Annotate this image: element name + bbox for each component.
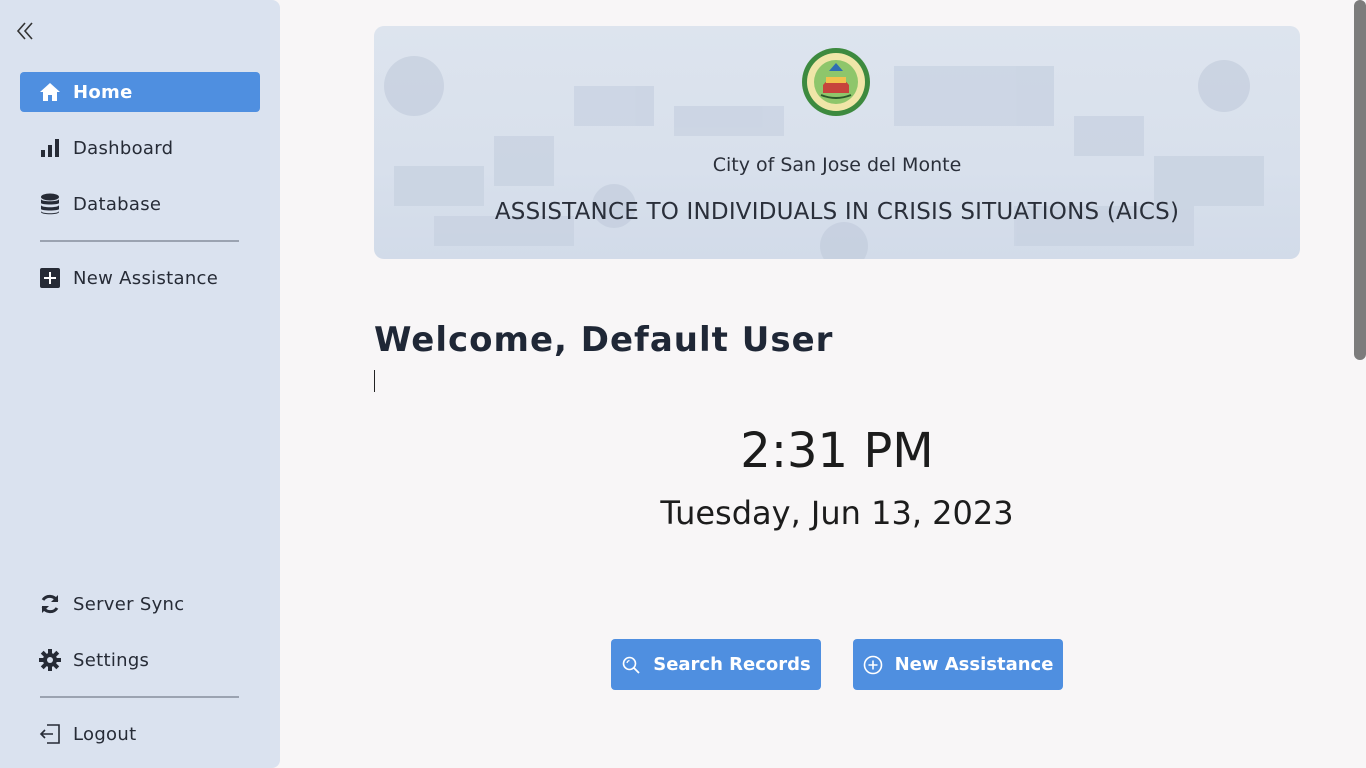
search-records-button[interactable]: Search Records [611, 639, 821, 690]
database-icon [39, 193, 61, 215]
sidebar-item-home[interactable]: Home [20, 72, 260, 112]
sidebar-item-label: Server Sync [73, 593, 185, 615]
search-icon [621, 655, 641, 675]
bar-chart-icon [39, 137, 61, 159]
sidebar-item-new-assistance[interactable]: New Assistance [20, 258, 260, 298]
new-assistance-button[interactable]: New Assistance [853, 639, 1063, 690]
sidebar-item-dashboard[interactable]: Dashboard [20, 128, 260, 168]
sidebar-item-label: Logout [73, 723, 137, 745]
collapse-sidebar-icon[interactable] [14, 19, 38, 43]
sidebar-item-label: Database [73, 193, 162, 215]
search-records-label: Search Records [653, 654, 811, 675]
sidebar-item-settings[interactable]: Settings [20, 640, 260, 680]
sidebar-divider [40, 696, 239, 698]
plus-circle-icon [863, 655, 883, 675]
home-icon [39, 81, 61, 103]
text-caret [374, 370, 375, 392]
sidebar-item-label: Dashboard [73, 137, 174, 159]
sidebar-divider [40, 240, 239, 242]
sidebar-item-label: Home [73, 81, 133, 103]
new-assistance-label: New Assistance [894, 654, 1054, 675]
plus-square-icon [39, 267, 61, 289]
clock-date: Tuesday, Jun 13, 2023 [660, 494, 1014, 532]
sidebar-item-logout[interactable]: Logout [20, 714, 260, 754]
city-name: City of San Jose del Monte [712, 154, 962, 176]
header-banner: City of San Jose del Monte ASSISTANCE TO… [374, 26, 1300, 259]
vertical-scrollbar[interactable] [1354, 0, 1366, 360]
sidebar: Home Dashboard Database New Assistance S… [0, 0, 280, 768]
city-seal-logo [801, 47, 871, 117]
sidebar-item-server-sync[interactable]: Server Sync [20, 584, 260, 624]
program-name: ASSISTANCE TO INDIVIDUALS IN CRISIS SITU… [494, 199, 1180, 225]
sidebar-item-label: Settings [73, 649, 150, 671]
gear-icon [39, 649, 61, 671]
sidebar-item-database[interactable]: Database [20, 184, 260, 224]
sidebar-item-label: New Assistance [73, 267, 219, 289]
welcome-heading: Welcome, Default User [374, 320, 834, 360]
sync-icon [39, 593, 61, 615]
logout-icon [39, 723, 61, 745]
clock-time: 2:31 PM [740, 423, 934, 479]
